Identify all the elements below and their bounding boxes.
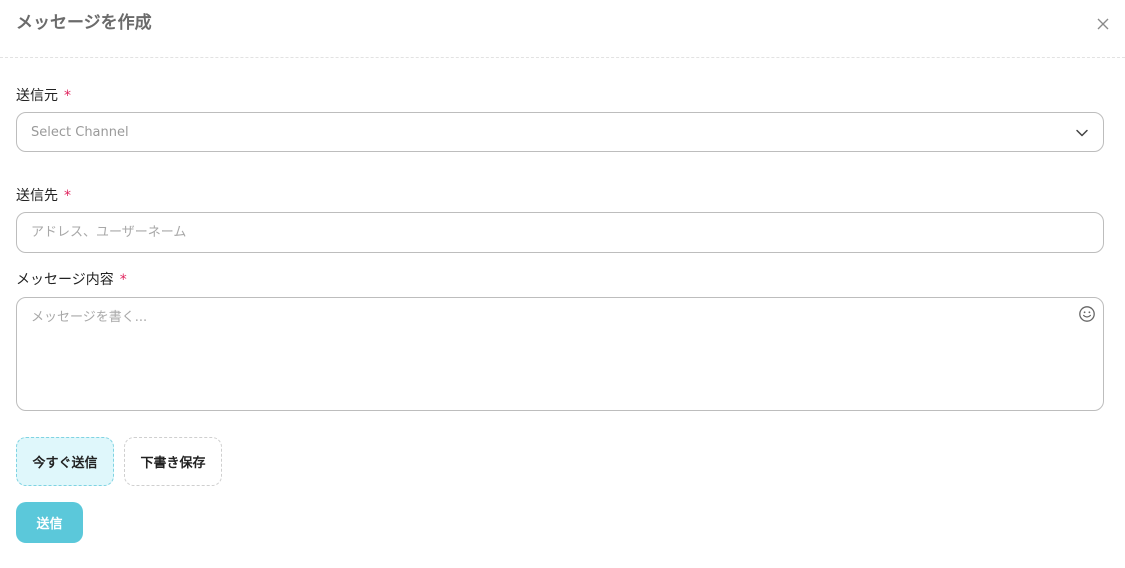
to-label-text: 送信先 bbox=[16, 188, 58, 204]
required-mark: * bbox=[64, 188, 71, 204]
channel-select[interactable]: Select Channel bbox=[16, 112, 1104, 152]
send-now-option[interactable]: 今すぐ送信 bbox=[16, 437, 114, 486]
message-label: メッセージ内容 * bbox=[16, 271, 127, 289]
emoji-icon[interactable] bbox=[1078, 305, 1096, 323]
close-icon bbox=[1097, 18, 1109, 30]
to-label: 送信先 * bbox=[16, 187, 71, 205]
recipient-input[interactable] bbox=[16, 212, 1104, 253]
send-button[interactable]: 送信 bbox=[16, 502, 83, 543]
chevron-down-icon bbox=[1076, 129, 1088, 137]
channel-select-placeholder: Select Channel bbox=[31, 125, 129, 140]
required-mark: * bbox=[64, 88, 71, 104]
from-label-text: 送信元 bbox=[16, 88, 58, 104]
message-textarea[interactable] bbox=[17, 298, 1057, 408]
compose-message-dialog: メッセージを作成 送信元 * Select Channel 送信先 * メッセージ内… bbox=[0, 0, 1125, 568]
dialog-title: メッセージを作成 bbox=[16, 13, 152, 33]
message-label-text: メッセージ内容 bbox=[16, 272, 114, 288]
dialog-header: メッセージを作成 bbox=[0, 0, 1125, 58]
message-box bbox=[16, 297, 1104, 411]
from-label: 送信元 * bbox=[16, 87, 71, 105]
close-button[interactable] bbox=[1095, 14, 1111, 34]
required-mark: * bbox=[119, 272, 127, 288]
save-draft-option[interactable]: 下書き保存 bbox=[124, 437, 222, 486]
